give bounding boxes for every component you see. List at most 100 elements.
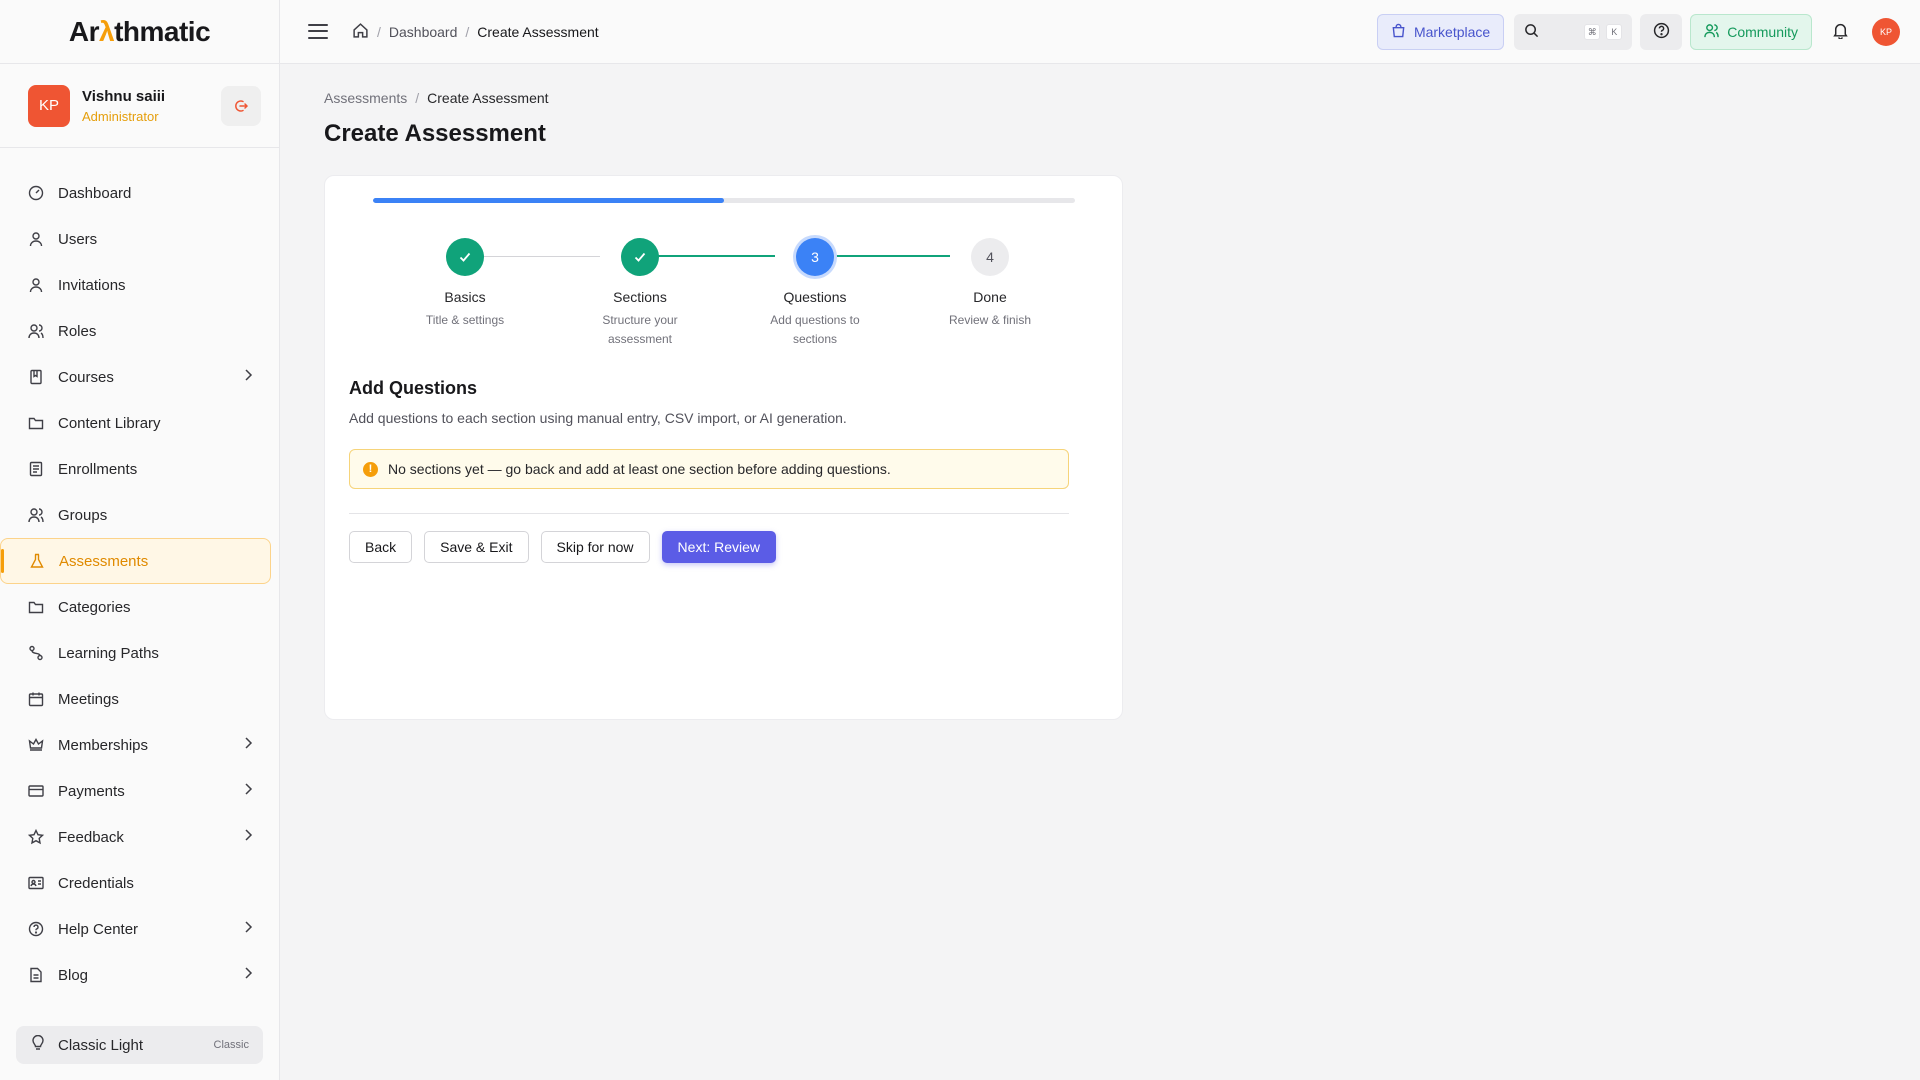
sidebar-item-invitations[interactable]: Invitations — [0, 262, 271, 308]
chevron-right-icon — [243, 828, 253, 846]
sidebar-item-label: Categories — [58, 598, 131, 616]
theme-tag: Classic — [213, 1039, 249, 1051]
divider — [349, 513, 1069, 514]
sidebar-item-label: Enrollments — [58, 460, 138, 478]
wizard-card: Basics Title & settings Sections Structu… — [324, 175, 1123, 720]
lightbulb-icon — [30, 1034, 46, 1055]
star-icon — [28, 829, 44, 845]
sidebar-item-courses[interactable]: Courses — [0, 354, 271, 400]
home-icon[interactable] — [352, 22, 369, 42]
dashboard-icon — [28, 185, 44, 201]
sidebar-item-content-library[interactable]: Content Library — [0, 400, 271, 446]
main-header: Assessments / Create Assessment Create A… — [324, 90, 549, 148]
folder-icon — [28, 599, 44, 615]
breadcrumb-dashboard[interactable]: Dashboard — [389, 24, 458, 40]
step-subtitle: Title & settings — [425, 313, 505, 327]
sidebar-item-help-center[interactable]: Help Center — [0, 906, 271, 952]
chevron-right-icon — [243, 368, 253, 386]
user-avatar[interactable]: KP — [28, 84, 70, 127]
crown-icon — [28, 737, 44, 753]
marketplace-button[interactable]: Marketplace — [1376, 14, 1505, 50]
help-icon — [1653, 22, 1670, 43]
chevron-right-icon — [243, 782, 253, 800]
search-button[interactable]: ⌘ K — [1514, 14, 1633, 50]
help-icon — [28, 921, 44, 937]
topbar: / Dashboard / Create Assessment Marketpl… — [280, 0, 1920, 64]
sidebar-item-dashboard[interactable]: Dashboard — [0, 170, 271, 216]
save-exit-button[interactable]: Save & Exit — [424, 531, 529, 563]
back-button[interactable]: Back — [349, 531, 413, 563]
top-breadcrumb: / Dashboard / Create Assessment — [352, 22, 599, 42]
sidebar-item-categories[interactable]: Categories — [0, 584, 271, 630]
card-icon — [28, 783, 44, 799]
list-icon — [28, 461, 44, 477]
step-title: Questions — [783, 289, 847, 305]
wizard-actions: Back Save & Exit Skip for now Next: Revi… — [349, 531, 777, 563]
wizard-progress-bar — [373, 198, 1075, 203]
document-icon — [28, 967, 44, 983]
sidebar-item-meetings[interactable]: Meetings — [0, 676, 271, 722]
path-icon — [28, 645, 44, 661]
sidebar-item-label: Users — [58, 230, 98, 248]
sidebar-item-label: Courses — [58, 368, 114, 386]
sidebar-item-label: Feedback — [58, 828, 124, 846]
sidebar-item-label: Blog — [58, 966, 89, 984]
book-icon — [28, 369, 44, 385]
sidebar-item-label: Meetings — [58, 690, 119, 708]
user-icon — [28, 277, 44, 293]
sidebar-item-blog[interactable]: Blog — [0, 952, 271, 998]
step-sections: Sections Structure your assessment — [570, 228, 710, 349]
sidebar-item-label: Learning Paths — [58, 644, 159, 662]
user-role: Administrator — [82, 108, 159, 124]
step-number: 4 — [971, 238, 1009, 276]
sidebar-item-label: Help Center — [58, 920, 139, 938]
sidebar-item-assessments[interactable]: Assessments — [0, 538, 271, 584]
sidebar-item-credentials[interactable]: Credentials — [0, 860, 271, 906]
section-description: Add questions to each section using manu… — [349, 410, 847, 426]
breadcrumb-current: Create Assessment — [477, 23, 599, 40]
warning-icon: ! — [363, 461, 378, 477]
sidebar-item-roles[interactable]: Roles — [0, 308, 271, 354]
chevron-right-icon — [243, 920, 253, 938]
sidebar-item-groups[interactable]: Groups — [0, 492, 271, 538]
profile-avatar[interactable]: KP — [1872, 18, 1900, 46]
sidebar-item-enrollments[interactable]: Enrollments — [0, 446, 271, 492]
id-card-icon — [28, 875, 44, 891]
search-icon — [1524, 23, 1539, 42]
check-icon — [621, 238, 659, 276]
help-button[interactable] — [1640, 14, 1683, 50]
next-review-button[interactable]: Next: Review — [661, 531, 777, 563]
marketplace-label: Marketplace — [1413, 24, 1491, 40]
logout-button[interactable] — [221, 85, 261, 126]
kbd-k: K — [1606, 24, 1623, 40]
theme-label: Classic Light — [58, 1036, 144, 1054]
sidebar-item-memberships[interactable]: Memberships — [0, 722, 271, 768]
app-logo[interactable]: Arλthmatic — [69, 16, 211, 48]
sidebar-item-users[interactable]: Users — [0, 216, 271, 262]
check-icon — [446, 238, 484, 276]
breadcrumb-assessments[interactable]: Assessments — [324, 90, 407, 106]
menu-toggle-button[interactable] — [308, 22, 328, 42]
section-title: Add Questions — [349, 378, 478, 398]
skip-button[interactable]: Skip for now — [540, 531, 650, 563]
sidebar-item-payments[interactable]: Payments — [0, 768, 271, 814]
sidebar-item-label: Payments — [58, 782, 125, 800]
sidebar-item-learning-paths[interactable]: Learning Paths — [0, 630, 271, 676]
sidebar-item-feedback[interactable]: Feedback — [0, 814, 271, 860]
warning-text: No sections yet — go back and add at lea… — [388, 461, 891, 477]
sidebar-item-label: Content Library — [58, 414, 161, 432]
sidebar-item-label: Assessments — [59, 552, 149, 570]
user-icon — [28, 231, 44, 247]
sidebar-item-label: Groups — [58, 506, 108, 524]
wizard-progress-fill — [373, 198, 724, 203]
community-button[interactable]: Community — [1690, 14, 1812, 50]
chevron-right-icon — [243, 966, 253, 984]
users-icon — [28, 507, 44, 523]
sidebar-nav: Dashboard Users Invitations Roles Course… — [0, 148, 279, 998]
users-icon — [28, 323, 44, 339]
sidebar-item-label: Credentials — [58, 874, 134, 892]
notifications-button[interactable] — [1826, 18, 1854, 46]
step-number: 3 — [796, 238, 834, 276]
shopping-bag-icon — [1391, 23, 1406, 41]
theme-switcher[interactable]: Classic Light Classic — [16, 1026, 263, 1064]
